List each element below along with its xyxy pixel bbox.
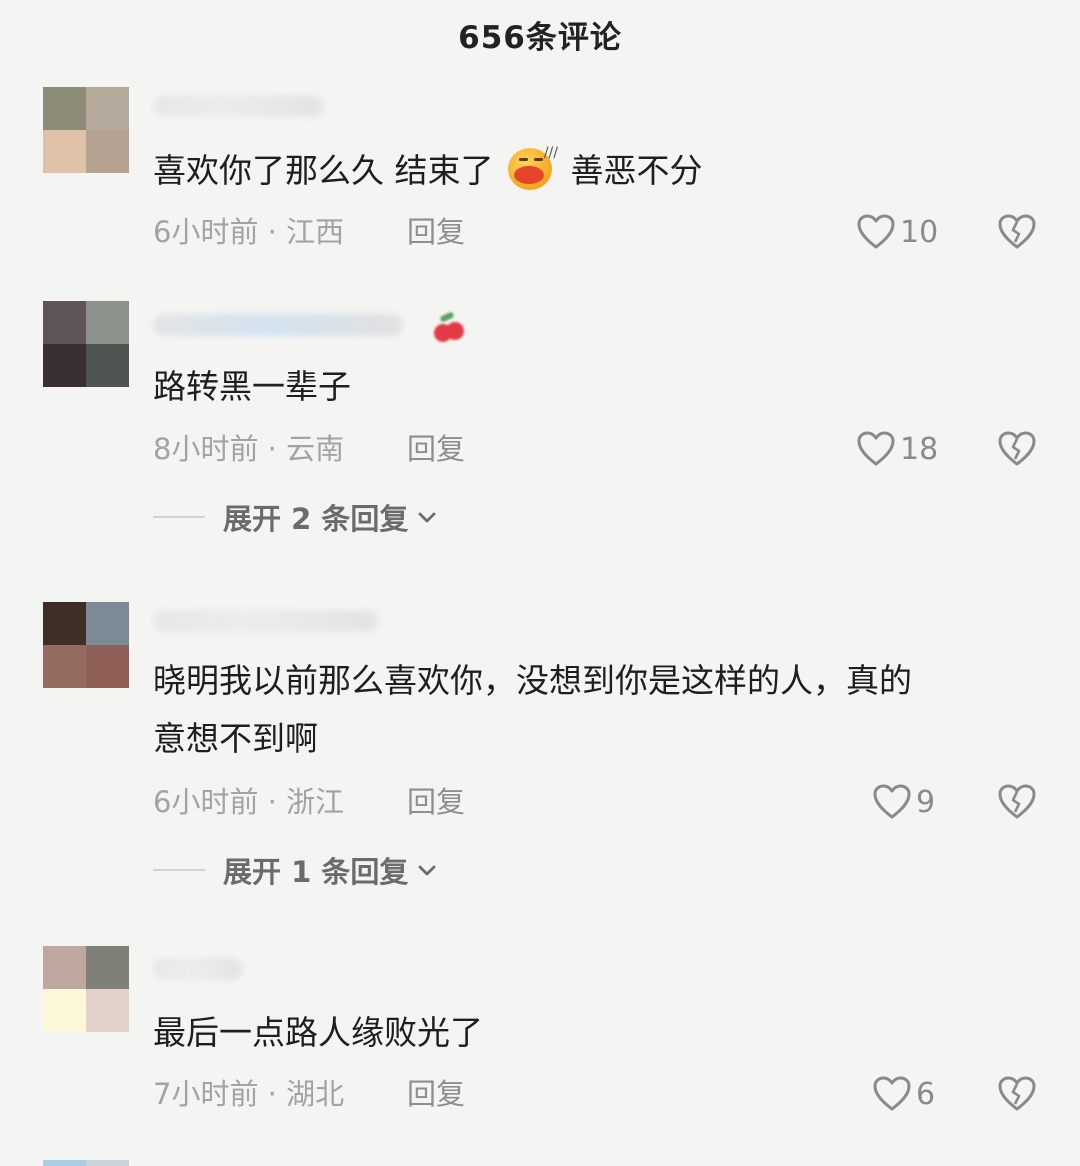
heart-icon	[857, 214, 895, 249]
comment-location: 江西	[286, 215, 345, 249]
comment-meta: 8小时前 · 云南	[153, 432, 345, 466]
avatar[interactable]	[43, 87, 129, 173]
username-blurred[interactable]	[153, 95, 323, 117]
avatar[interactable]	[43, 602, 129, 688]
expand-replies-label: 展开 2 条回复	[223, 502, 409, 536]
avatar[interactable]	[43, 301, 129, 387]
comment-location: 湖北	[286, 1077, 345, 1111]
comment-text: 最后一点路人缘败光了	[153, 1013, 483, 1052]
dislike-button[interactable]	[996, 1074, 1038, 1114]
comment-text-line: 意想不到啊	[153, 719, 318, 758]
avatar-pixel	[43, 344, 86, 387]
reply-button[interactable]: 回复	[407, 1076, 465, 1112]
comment-time: 8小时前	[153, 432, 259, 466]
avatar-pixel	[43, 1160, 86, 1166]
broken-heart-icon	[998, 784, 1036, 819]
chevron-down-icon	[418, 865, 436, 876]
dislike-button[interactable]	[996, 429, 1038, 469]
comment-text: 路转黑一辈子	[153, 367, 351, 406]
like-button[interactable]: 6	[872, 1074, 935, 1114]
avatar-pixel	[86, 1160, 129, 1166]
avatar-pixel	[86, 301, 129, 344]
avatar-pixel	[86, 130, 129, 173]
like-count: 6	[916, 1076, 936, 1112]
dislike-button[interactable]	[996, 212, 1038, 252]
broken-heart-icon	[998, 214, 1036, 249]
like-count: 10	[900, 214, 939, 250]
heart-icon	[873, 784, 911, 819]
expand-replies-button[interactable]: 展开 1 条回复	[153, 850, 438, 890]
avatar[interactable]	[43, 946, 129, 1032]
sweating-kiss-face-emoji-icon: ///	[508, 146, 558, 192]
expand-replies-button[interactable]: 展开 2 条回复	[153, 497, 438, 537]
dislike-button[interactable]	[996, 782, 1038, 822]
like-count: 18	[900, 431, 939, 467]
avatar-pixel	[86, 87, 129, 130]
broken-heart-icon	[998, 1076, 1036, 1111]
avatar-pixel	[43, 130, 86, 173]
comment-time: 6小时前	[153, 215, 259, 249]
comment-text: 晓明我以前那么喜欢你，没想到你是这样的人，真的 意想不到啊	[153, 652, 1023, 768]
avatar-pixel	[43, 87, 86, 130]
comment-meta: 6小时前 · 江西	[153, 215, 345, 249]
comment-location: 浙江	[286, 785, 345, 819]
reply-button[interactable]: 回复	[407, 784, 465, 820]
username-blurred[interactable]	[153, 314, 403, 336]
avatar[interactable]	[43, 1160, 129, 1166]
avatar-pixel	[43, 946, 86, 989]
username-blurred[interactable]	[153, 610, 378, 632]
avatar-pixel	[86, 989, 129, 1032]
comment-text-part: 喜欢你了那么久 结束了	[153, 151, 494, 190]
avatar-pixel	[43, 602, 86, 645]
divider-line	[153, 516, 205, 518]
avatar-pixel	[86, 645, 129, 688]
avatar-pixel	[86, 946, 129, 989]
heart-icon	[873, 1076, 911, 1111]
comment-time: 7小时前	[153, 1077, 259, 1111]
comments-count-title: 656条评论	[458, 20, 622, 56]
divider-line	[153, 869, 205, 871]
comment-time: 6小时前	[153, 785, 259, 819]
comment-meta: 6小时前 · 浙江	[153, 785, 345, 819]
reply-button[interactable]: 回复	[407, 431, 465, 467]
avatar-pixel	[43, 645, 86, 688]
avatar-pixel	[43, 301, 86, 344]
avatar-pixel	[86, 344, 129, 387]
avatar-pixel	[43, 989, 86, 1032]
heart-icon	[857, 431, 895, 466]
like-button[interactable]: 9	[872, 782, 935, 822]
like-button[interactable]: 18	[856, 429, 938, 469]
chevron-down-icon	[418, 512, 436, 523]
comment-text-line: 晓明我以前那么喜欢你，没想到你是这样的人，真的	[153, 661, 912, 700]
cherry-badge-icon	[430, 311, 464, 342]
comment-meta: 7小时前 · 湖北	[153, 1077, 345, 1111]
broken-heart-icon	[998, 431, 1036, 466]
expand-replies-label: 展开 1 条回复	[223, 855, 409, 889]
reply-button[interactable]: 回复	[407, 214, 465, 250]
like-button[interactable]: 10	[856, 212, 938, 252]
comment-text-part: 善恶不分	[570, 151, 703, 190]
comment-location: 云南	[286, 432, 345, 466]
like-count: 9	[916, 784, 936, 820]
username-blurred[interactable]	[153, 958, 243, 980]
comment-text: 喜欢你了那么久 结束了 /// 善恶不分	[153, 142, 1023, 200]
avatar-pixel	[86, 602, 129, 645]
